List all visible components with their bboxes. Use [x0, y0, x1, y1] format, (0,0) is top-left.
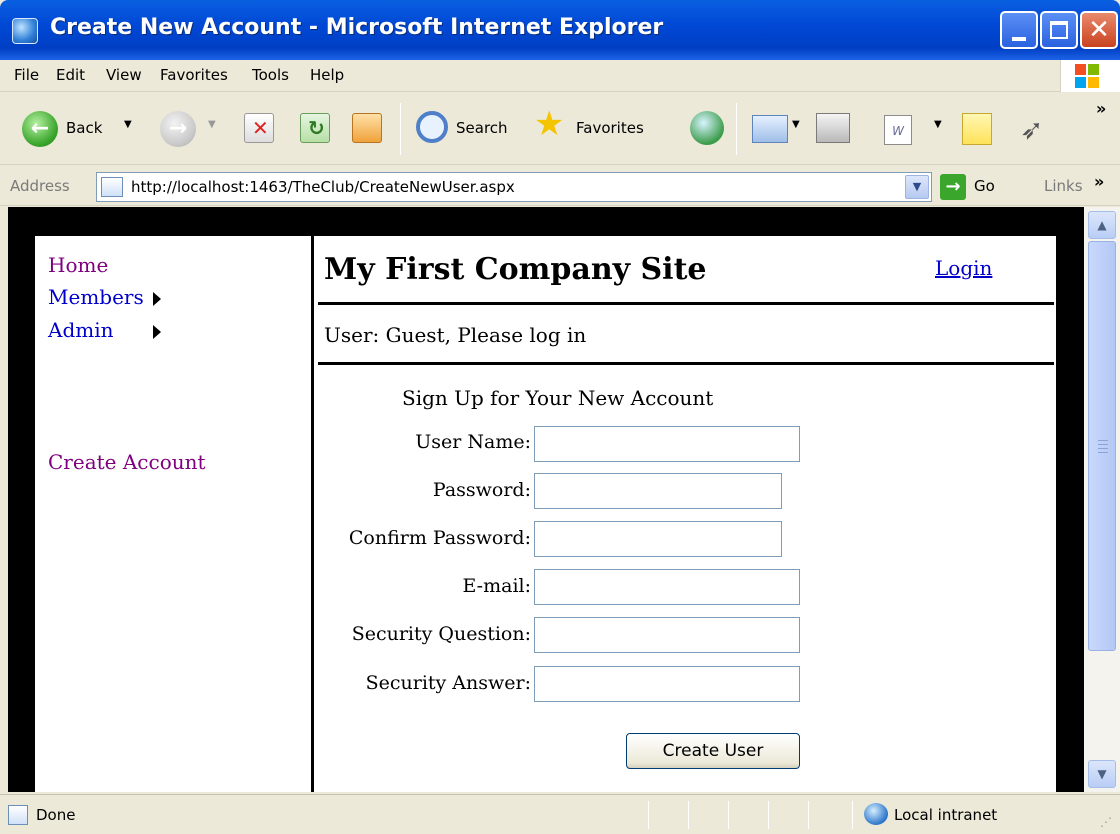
scroll-down-icon[interactable]: ▼: [1088, 760, 1116, 788]
close-button[interactable]: ✕: [1080, 11, 1118, 49]
password-input[interactable]: [534, 473, 782, 509]
confirm-password-label: Confirm Password:: [348, 527, 531, 549]
sidebar-item-home[interactable]: Home: [48, 253, 108, 277]
toolbar-overflow-icon[interactable]: »: [1096, 99, 1106, 118]
media-icon[interactable]: [690, 111, 724, 145]
page-status-icon: [8, 805, 28, 825]
title-bar[interactable]: Create New Account - Microsoft Internet …: [0, 0, 1120, 60]
menu-help[interactable]: Help: [310, 66, 344, 84]
minimize-button[interactable]: [1000, 11, 1038, 49]
browser-window: Create New Account - Microsoft Internet …: [0, 0, 1120, 834]
standard-toolbar: ← Back ▼ → ▼ ✕ ↻ Search ★ Favorites ▼ W …: [0, 93, 1120, 165]
password-label: Password:: [432, 479, 531, 501]
security-answer-label: Security Answer:: [365, 672, 531, 694]
menu-edit[interactable]: Edit: [56, 66, 85, 84]
note-icon[interactable]: [962, 113, 992, 145]
security-question-input[interactable]: [534, 617, 800, 653]
sidebar-item-admin[interactable]: Admin: [48, 318, 114, 342]
back-arrow-icon[interactable]: ←: [22, 111, 58, 147]
word-edit-icon[interactable]: W: [884, 115, 912, 145]
mail-dropdown-icon[interactable]: ▼: [792, 119, 800, 130]
address-label: Address: [10, 177, 70, 195]
links-overflow-icon[interactable]: »: [1094, 172, 1104, 191]
menu-bar: File Edit View Favorites Tools Help: [0, 60, 1120, 92]
create-user-button[interactable]: Create User: [626, 733, 800, 769]
maximize-button[interactable]: [1040, 11, 1078, 49]
scrollbar-thumb[interactable]: [1088, 241, 1116, 651]
username-label: User Name:: [415, 431, 531, 453]
confirm-password-input[interactable]: [534, 521, 782, 557]
address-bar: Address http://localhost:1463/TheClub/Cr…: [0, 166, 1120, 206]
go-button[interactable]: Go: [974, 177, 995, 195]
stop-icon[interactable]: ✕: [244, 113, 274, 143]
admin-submenu-arrow-icon[interactable]: [153, 325, 161, 339]
messenger-icon[interactable]: ➶: [1020, 113, 1052, 146]
windows-flag-icon: [1075, 64, 1099, 88]
refresh-icon[interactable]: ↻: [300, 113, 330, 143]
site-title: My First Company Site: [324, 252, 707, 287]
email-label: E-mail:: [462, 575, 531, 597]
vertical-scrollbar[interactable]: ▲ ▼: [1084, 207, 1120, 792]
security-question-label: Security Question:: [351, 623, 531, 645]
main-content: My First Company Site Login User: Guest,…: [314, 236, 1056, 792]
login-link[interactable]: Login: [935, 256, 992, 280]
search-label[interactable]: Search: [456, 119, 508, 137]
forward-arrow-icon[interactable]: →: [160, 111, 196, 147]
search-icon[interactable]: [416, 111, 448, 143]
status-divider: [318, 362, 1054, 365]
page-icon: [101, 177, 123, 197]
menu-view[interactable]: View: [106, 66, 142, 84]
user-status: User: Guest, Please log in: [324, 323, 587, 347]
address-dropdown-icon[interactable]: ▼: [905, 175, 929, 199]
minimize-icon: [1012, 37, 1026, 41]
members-submenu-arrow-icon[interactable]: [153, 292, 161, 306]
security-answer-input[interactable]: [534, 666, 800, 702]
status-text: Done: [36, 806, 76, 824]
windows-logo: [1060, 60, 1120, 92]
menu-file[interactable]: File: [14, 66, 39, 84]
menu-favorites[interactable]: Favorites: [160, 66, 228, 84]
links-label[interactable]: Links: [1044, 177, 1083, 195]
email-input[interactable]: [534, 569, 800, 605]
maximize-icon: [1050, 21, 1068, 39]
close-icon: ✕: [1088, 15, 1110, 45]
sidebar: Home Members Admin Create Account: [35, 236, 311, 792]
header-divider: [318, 302, 1054, 305]
address-input[interactable]: http://localhost:1463/TheClub/CreateNewU…: [96, 172, 932, 202]
mail-icon[interactable]: [752, 115, 788, 143]
go-arrow-icon[interactable]: →: [940, 174, 966, 200]
security-zone: Local intranet: [894, 806, 998, 824]
home-icon[interactable]: [352, 113, 382, 143]
scroll-up-icon[interactable]: ▲: [1088, 211, 1116, 239]
forward-dropdown-icon[interactable]: ▼: [208, 119, 216, 130]
page-viewport: Home Members Admin Create Account My Fir…: [8, 207, 1084, 792]
resize-grip-icon[interactable]: ⋰: [1100, 815, 1112, 829]
status-bar: Done Local intranet ⋰: [0, 794, 1120, 834]
ie-page-icon: [12, 18, 38, 44]
back-label[interactable]: Back: [66, 119, 102, 137]
username-input[interactable]: [534, 426, 800, 462]
intranet-zone-icon: [864, 803, 888, 825]
address-url[interactable]: http://localhost:1463/TheClub/CreateNewU…: [131, 178, 515, 196]
favorites-label[interactable]: Favorites: [576, 119, 644, 137]
print-icon[interactable]: [816, 113, 850, 143]
window-title: Create New Account - Microsoft Internet …: [50, 15, 664, 40]
sidebar-item-create-account[interactable]: Create Account: [48, 450, 206, 474]
menu-tools[interactable]: Tools: [252, 66, 289, 84]
favorites-star-icon[interactable]: ★: [534, 107, 564, 141]
form-title: Sign Up for Your New Account: [402, 386, 714, 410]
back-dropdown-icon[interactable]: ▼: [124, 119, 132, 130]
sidebar-item-members[interactable]: Members: [48, 285, 144, 309]
edit-dropdown-icon[interactable]: ▼: [934, 119, 942, 130]
